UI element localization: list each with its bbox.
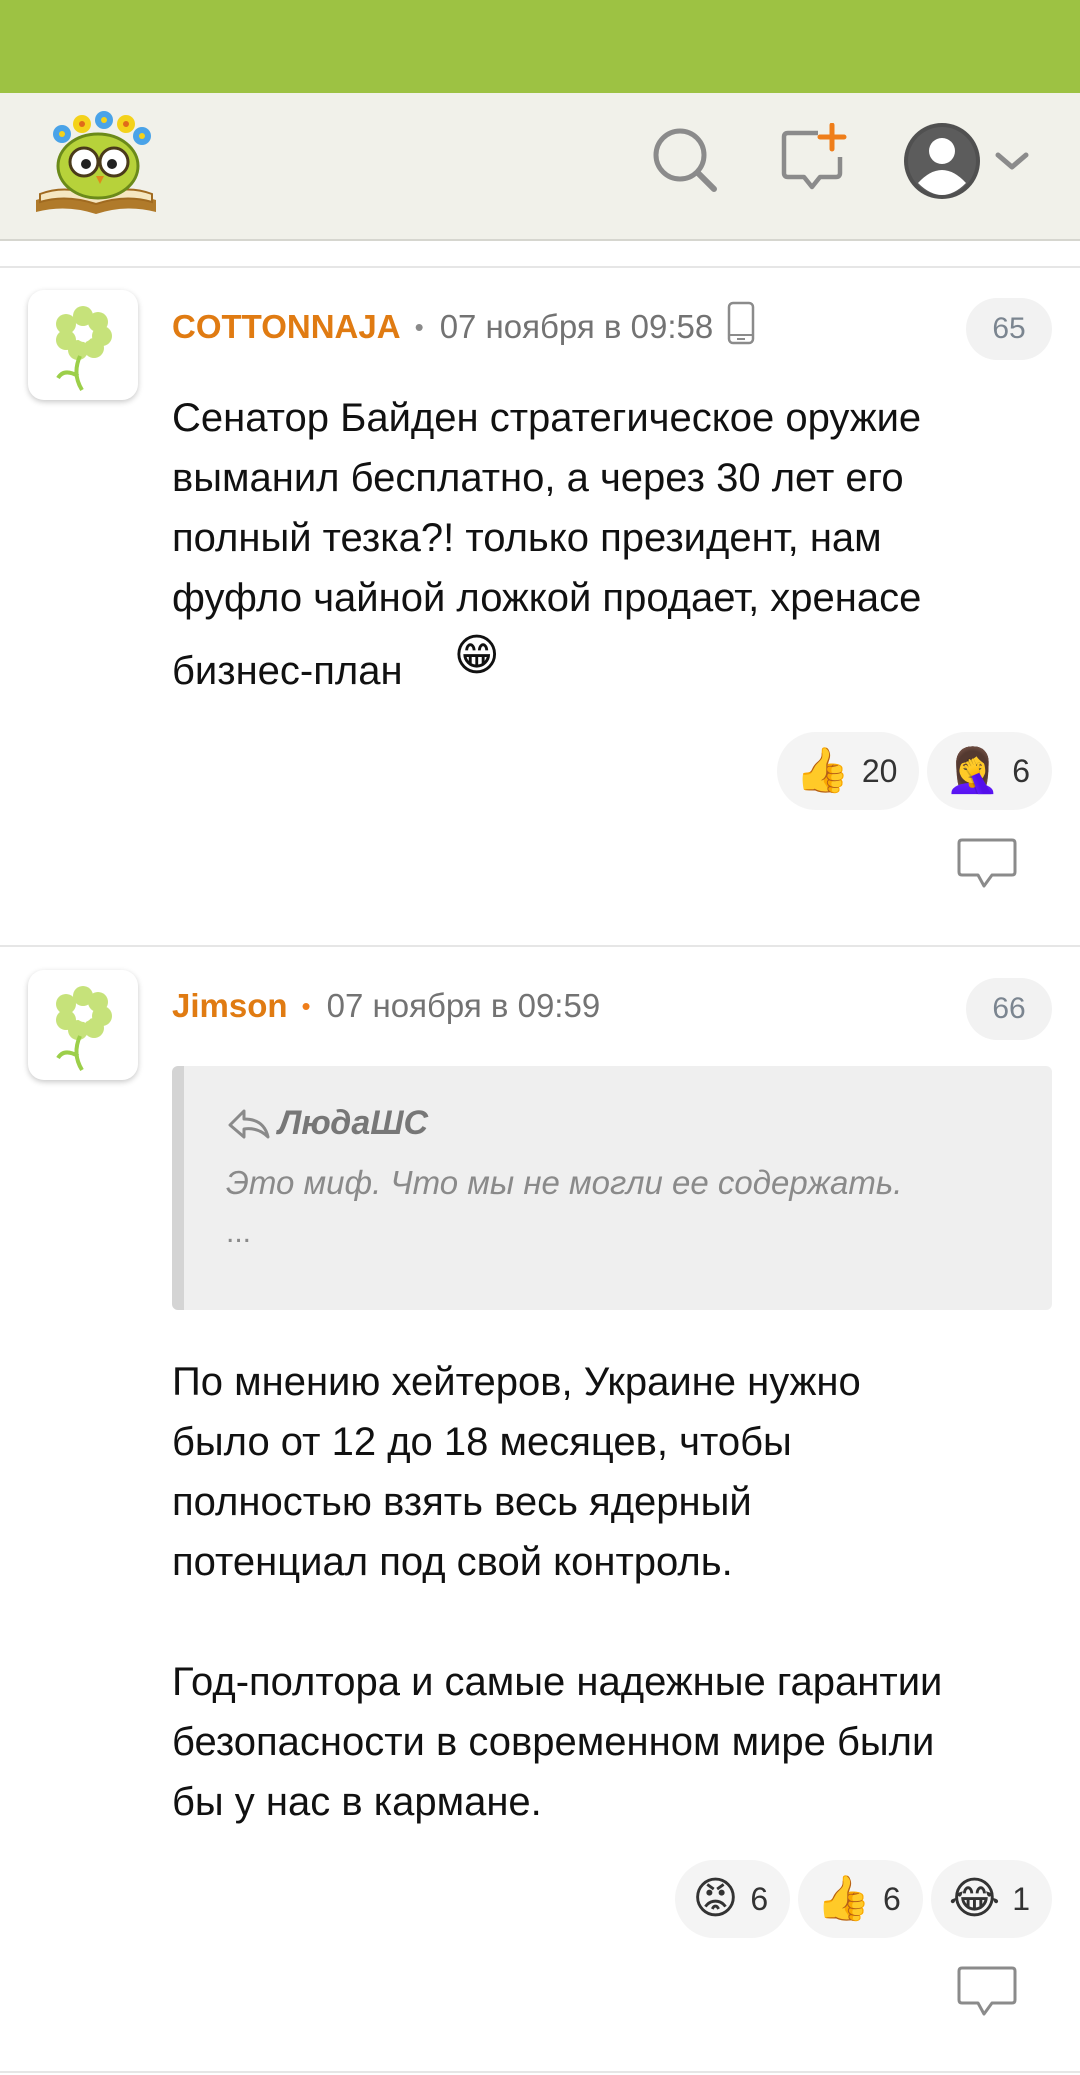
reactions-bar: 😡 6 👍 6 😂 1 bbox=[674, 1860, 1052, 1938]
status-bar bbox=[0, 0, 1080, 93]
comment: COTTONNAJA • 07 ноября в 09:58 65 Сенато… bbox=[0, 266, 1080, 946]
author-name[interactable]: Jimson bbox=[172, 987, 288, 1025]
text-line bbox=[172, 1592, 1052, 1652]
phone-icon bbox=[727, 301, 755, 353]
reaction-thumbs-up[interactable]: 👍 20 bbox=[777, 732, 920, 810]
text-line: По мнению хейтеров, Украине нужно bbox=[172, 1360, 861, 1404]
reaction-count: 1 bbox=[1012, 1880, 1030, 1917]
reaction-thumbs-up[interactable]: 👍 6 bbox=[798, 1860, 923, 1938]
comment-text: По мнению хейтеров, Украине нужно было о… bbox=[172, 1352, 1052, 1832]
comment-text: Сенатор Байден стратегическое оружие вым… bbox=[172, 388, 1052, 701]
comment-number-badge[interactable]: 65 bbox=[966, 298, 1052, 360]
text-line: полный тезка?! только президент, нам bbox=[172, 516, 882, 560]
reply-icon[interactable] bbox=[956, 1964, 1018, 2020]
avatar-icon bbox=[904, 123, 980, 199]
comment-date: 07 ноября в 09:58 bbox=[439, 308, 714, 345]
facepalm-icon: 🤦‍♀️ bbox=[945, 746, 1001, 795]
reaction-tears-of-joy[interactable]: 😂 1 bbox=[930, 1860, 1052, 1938]
text-line: Год-полтора и самые надежные гарантии bbox=[172, 1660, 943, 1704]
reaction-count: 20 bbox=[861, 752, 898, 789]
quote-author-name: ЛюдаШС bbox=[278, 1104, 429, 1142]
meta-separator: • bbox=[414, 311, 424, 342]
chevron-down-icon bbox=[995, 152, 1029, 170]
reaction-count: 6 bbox=[882, 1880, 901, 1917]
text-line: бизнес-план 😁 bbox=[172, 631, 1052, 701]
text-line: фуфло чайной ложкой продает, хренасе bbox=[172, 576, 922, 620]
quote-more[interactable]: ... bbox=[226, 1216, 251, 1250]
quote-text: Это миф. Что мы не могли ее содержать. bbox=[226, 1164, 903, 1201]
text-line: было от 12 до 18 месяцев, чтобы bbox=[172, 1420, 792, 1464]
avatar[interactable] bbox=[28, 970, 138, 1080]
text-fragment: бизнес-план bbox=[172, 649, 403, 693]
comment-meta: Jimson • 07 ноября в 09:59 bbox=[172, 986, 600, 1026]
avatar[interactable] bbox=[28, 290, 138, 400]
reaction-count: 6 bbox=[750, 1880, 769, 1917]
reaction-count: 6 bbox=[1012, 752, 1030, 789]
reactions-bar: 👍 20 🤦‍♀️ 6 bbox=[777, 732, 1052, 810]
thumbs-up-icon: 👍 bbox=[795, 746, 850, 795]
flower-avatar-icon bbox=[56, 306, 112, 392]
app-header bbox=[0, 93, 1080, 241]
grin-emoji-icon: 😁 bbox=[453, 631, 500, 680]
tears-of-joy-icon: 😂 bbox=[948, 1874, 1001, 1923]
quote-author[interactable]: ЛюдаШС bbox=[226, 1104, 428, 1143]
flower-avatar-icon bbox=[56, 986, 112, 1072]
text-line: безопасности в современном мире были bbox=[172, 1720, 935, 1764]
quote-block[interactable]: ЛюдаШС Это миф. Что мы не могли ее содер… bbox=[172, 1066, 1052, 1310]
meta-separator: • bbox=[301, 990, 311, 1021]
text-line: Сенатор Байден стратегическое оружие bbox=[172, 396, 922, 440]
new-post-icon[interactable] bbox=[778, 122, 850, 195]
reaction-angry[interactable]: 😡 6 bbox=[674, 1860, 791, 1938]
divider bbox=[0, 2071, 1080, 2073]
reaction-facepalm[interactable]: 🤦‍♀️ 6 bbox=[927, 732, 1052, 810]
profile-menu-button[interactable] bbox=[902, 121, 1032, 201]
comment-number-badge[interactable]: 66 bbox=[966, 978, 1052, 1040]
comment: Jimson • 07 ноября в 09:59 66 ЛюдаШС Это… bbox=[0, 946, 1080, 2075]
reply-icon[interactable] bbox=[956, 836, 1018, 892]
search-icon[interactable] bbox=[648, 123, 720, 195]
text-line: потенциал под свой контроль. bbox=[172, 1540, 733, 1584]
text-line: выманил бесплатно, а через 30 лет его bbox=[172, 456, 904, 500]
text-line: бы у нас в кармане. bbox=[172, 1780, 542, 1824]
angry-face-icon: 😡 bbox=[692, 1874, 739, 1923]
reply-arrow-icon bbox=[228, 1109, 270, 1138]
comment-meta: COTTONNAJA • 07 ноября в 09:58 bbox=[172, 301, 755, 347]
owl-book-logo[interactable] bbox=[32, 108, 162, 218]
author-name[interactable]: COTTONNAJA bbox=[172, 308, 401, 346]
thumbs-up-icon: 👍 bbox=[816, 1874, 871, 1923]
comment-date: 07 ноября в 09:59 bbox=[326, 987, 601, 1024]
text-line: полностью взять весь ядерный bbox=[172, 1480, 752, 1524]
